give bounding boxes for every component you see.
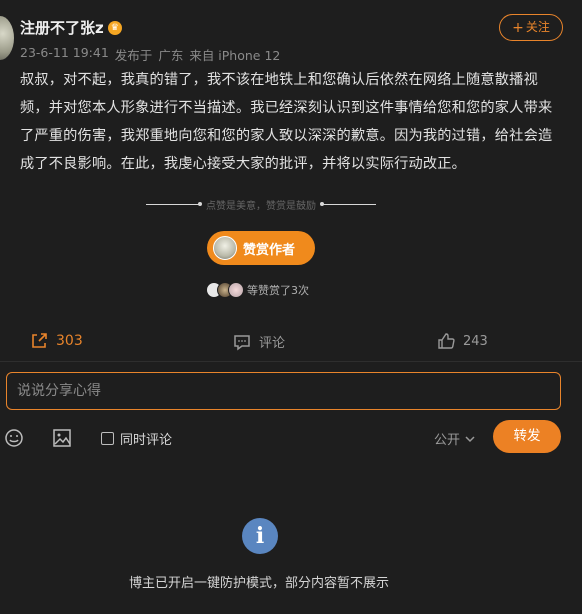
like-count: 243	[463, 333, 488, 349]
emoji-icon[interactable]	[4, 428, 24, 448]
post-date: 23-6-11 19:41	[20, 45, 109, 60]
reward-summary: 等赞赏了3次	[247, 284, 309, 297]
share-button[interactable]: 303	[30, 332, 83, 350]
chevron-down-icon	[465, 435, 475, 442]
rewarder-avatar	[228, 282, 244, 298]
visibility-dropdown[interactable]: 公开	[434, 429, 476, 448]
visibility-label: 公开	[434, 433, 461, 448]
post-source-prefix: 发布于	[114, 48, 153, 63]
share-icon	[32, 333, 47, 348]
crown-badge-icon: ♛	[107, 20, 122, 35]
protection-notice: 博主已开启一键防护模式，部分内容暂不展示	[128, 576, 389, 591]
comment-icon	[234, 334, 250, 350]
post-location: 广东	[158, 48, 184, 63]
follow-button[interactable]: + 关注	[499, 14, 563, 41]
plus-icon: +	[512, 19, 524, 36]
weibo-post-page: 注册不了张z ♛ 23-6-11 19:41 发布于 广东 来自 iPhone …	[0, 0, 582, 614]
divider-line-left	[146, 201, 202, 206]
comment-button[interactable]: 评论	[233, 332, 285, 351]
repost-comment-input[interactable]	[6, 372, 561, 410]
sync-comment-option[interactable]: 同时评论	[101, 429, 172, 448]
sync-comment-label: 同时评论	[120, 433, 173, 448]
post-device: 来自 iPhone 12	[189, 48, 281, 63]
avatar[interactable]	[0, 16, 14, 60]
reward-author-avatar	[213, 236, 237, 260]
sync-comment-checkbox[interactable]	[101, 432, 114, 445]
divider-line-right	[320, 201, 376, 206]
username[interactable]: 注册不了张z ♛	[20, 17, 122, 38]
reward-divider: 点赞是美意，赞赏是鼓励	[146, 196, 376, 212]
reward-author-button[interactable]: 赞赏作者	[207, 231, 315, 265]
thumbs-up-icon	[438, 333, 455, 349]
info-icon: i	[242, 518, 278, 554]
action-bar: 303 评论 243	[0, 322, 582, 362]
reward-button-label: 赞赏作者	[243, 242, 296, 258]
reward-tagline: 点赞是美意，赞赏是鼓励	[206, 200, 316, 212]
comment-label: 评论	[259, 336, 286, 351]
share-count: 303	[56, 333, 83, 349]
like-button[interactable]: 243	[437, 332, 488, 350]
repost-button[interactable]: 转发	[493, 420, 561, 453]
image-icon[interactable]	[52, 428, 72, 448]
follow-label: 关注	[525, 20, 550, 34]
composer-toolbar: 同时评论 公开 转发	[0, 420, 582, 460]
post-meta: 23-6-11 19:41 发布于 广东 来自 iPhone 12	[20, 45, 280, 64]
username-text[interactable]: 注册不了张z	[20, 17, 104, 38]
post-body: 叔叔，对不起，我真的错了，我不该在地铁上和您确认后依然在网络上随意散播视频，并对…	[20, 72, 553, 172]
rewarders-summary[interactable]: 等赞赏了3次	[206, 281, 309, 299]
